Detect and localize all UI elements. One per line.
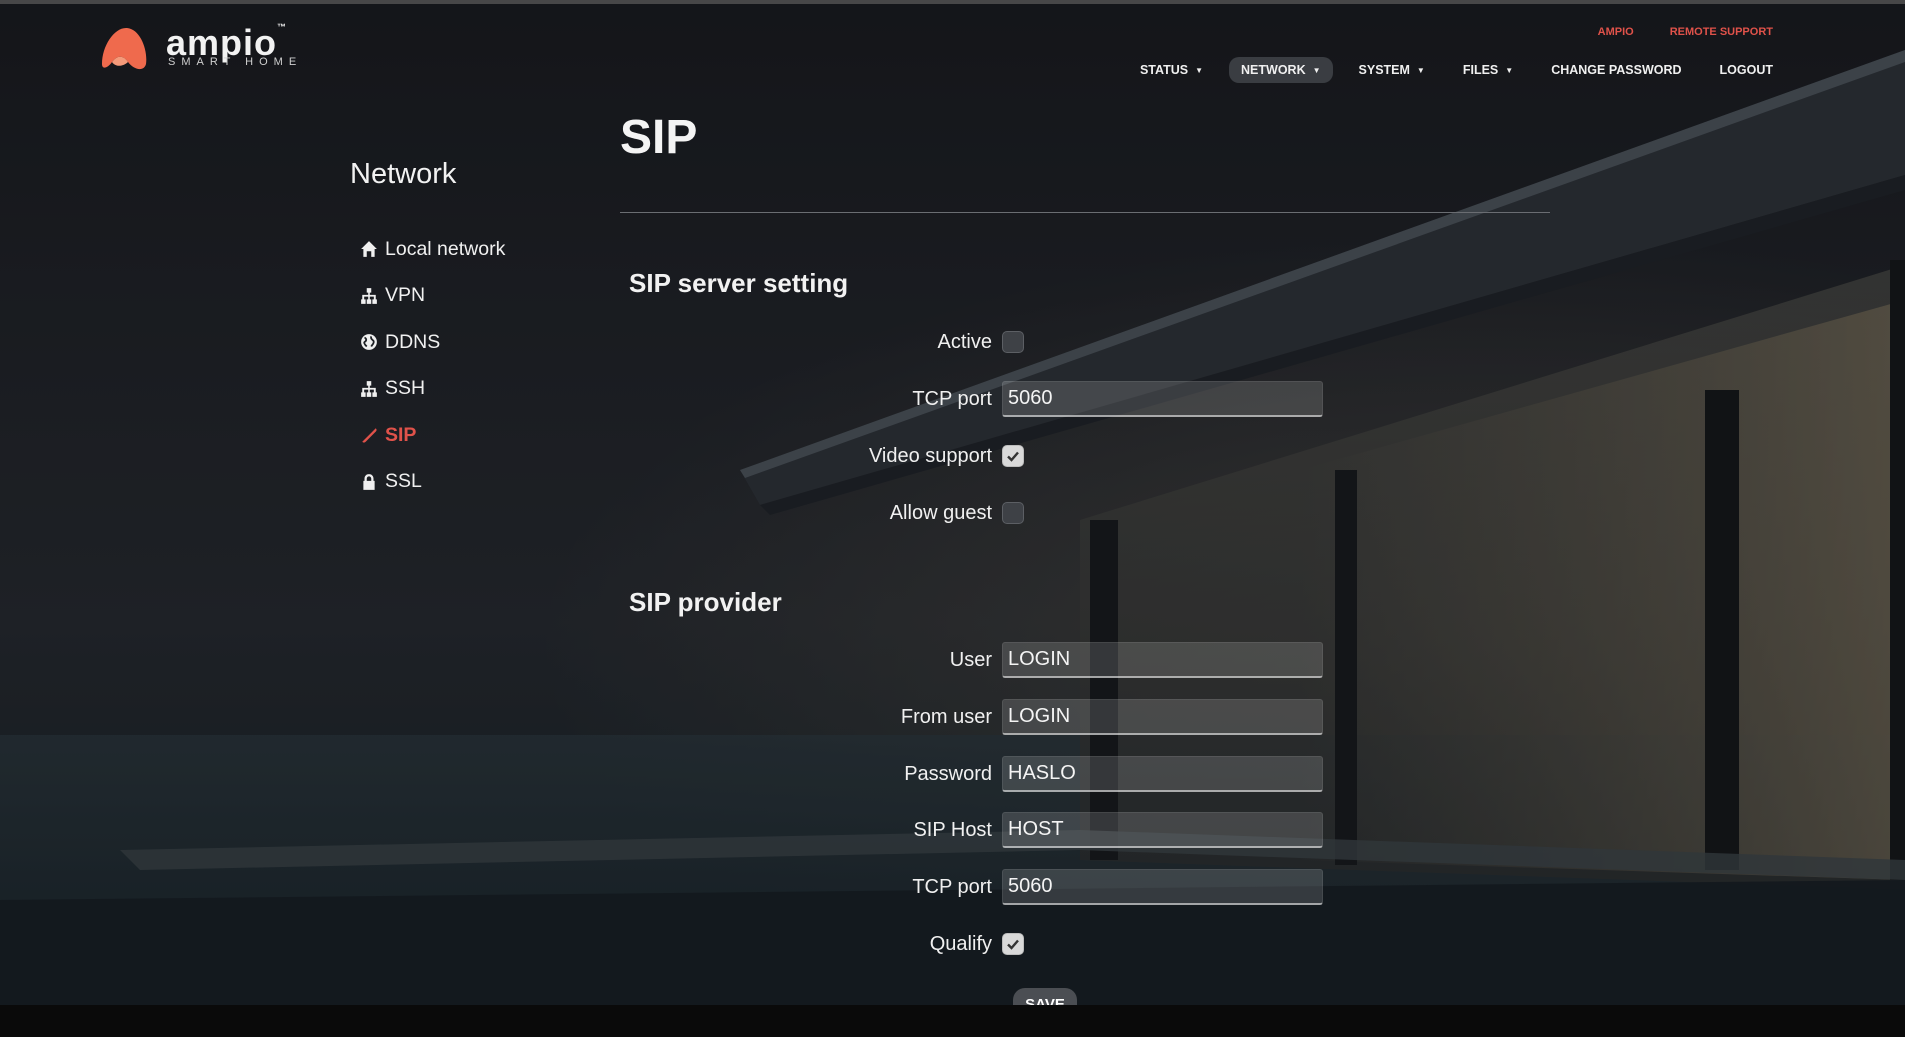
allow-guest-label: Allow guest [889,501,992,524]
sidebar-item-label: SSH [385,377,426,400]
bottom-bar [0,1005,1905,1037]
qualify-label: Qualify [929,932,992,955]
ampio-link[interactable]: AMPIO [1598,26,1634,38]
sidebar-item-ddns[interactable]: DDNS [360,319,505,366]
active-checkbox[interactable] [1002,331,1024,353]
sidebar-item-label: SSL [385,470,422,493]
sidebar-item-label: SIP [385,423,417,446]
main-nav: STATUS ▼ NETWORK ▼ SYSTEM ▼ FILES ▼ CHANGE P… [1128,57,1785,83]
nav-files[interactable]: FILES ▼ [1451,57,1525,83]
nav-status-label: STATUS [1139,63,1189,77]
nav-system-label: SYSTEM [1358,63,1410,77]
nav-logout-label: LOGOUT [1719,63,1773,77]
remote-support-link[interactable]: REMOTE SUPPORT [1670,26,1773,38]
nav-network[interactable]: NETWORK ▼ [1229,57,1333,83]
sitemap-icon [361,287,377,304]
checkmark-icon [1007,939,1019,950]
caret-down-icon: ▼ [1416,65,1425,75]
sip-host-row: SIP Host [600,810,1335,850]
from-user-label: From user [900,705,992,728]
sidebar-item-sip[interactable]: SIP [360,412,505,459]
password-label: Password [904,762,992,785]
server-tcp-port-input[interactable] [1002,381,1323,417]
nav-change-password-label: CHANGE PASSWORD [1551,63,1682,77]
page-title: SIP [620,111,698,164]
nav-status[interactable]: STATUS ▼ [1128,57,1215,83]
phone-icon [362,428,377,443]
provider-tcp-port-input[interactable] [1002,869,1323,905]
server-tcp-port-label: TCP port [912,387,992,410]
sidebar-item-label: DDNS [385,330,441,353]
from-user-row: From user [600,697,1335,737]
nav-logout[interactable]: LOGOUT [1708,57,1785,83]
sidebar-item-vpn[interactable]: VPN [360,273,505,320]
video-support-row: Video support [600,436,1335,476]
ampio-logo-icon [102,28,147,70]
top-links: AMPIO REMOTE SUPPORT [1598,26,1773,38]
sip-host-label: SIP Host [913,818,992,841]
lock-icon [363,473,375,490]
sidebar-title: Network [350,158,457,190]
title-divider [620,212,1550,213]
page: ampio™ SMART HOME AMPIO REMOTE SUPPORT S… [0,0,1905,1037]
sidebar-item-local-network[interactable]: Local network [360,226,505,273]
sidebar-item-label: Local network [385,237,506,260]
sidebar-item-ssh[interactable]: SSH [360,366,505,413]
checkmark-icon [1007,451,1019,462]
from-user-input[interactable] [1002,699,1323,735]
server-tcp-port-row: TCP port [600,379,1335,419]
sidebar-item-label: VPN [385,284,426,307]
caret-down-icon: ▼ [1195,65,1204,75]
qualify-row: Qualify [600,924,1335,964]
allow-guest-row: Allow guest [600,493,1335,533]
ampio-logo[interactable]: ampio™ SMART HOME [98,22,318,74]
sip-server-section-title: SIP server setting [629,268,849,298]
nav-files-label: FILES [1462,63,1499,77]
password-input[interactable] [1002,756,1323,792]
user-input[interactable] [1002,642,1323,678]
user-row: User [600,640,1335,680]
nav-system[interactable]: SYSTEM ▼ [1347,57,1437,83]
home-icon [361,241,377,258]
brand-trademark: ™ [277,22,288,32]
active-label: Active [937,330,992,353]
globe-icon [361,334,377,351]
sip-provider-section-title: SIP provider [629,587,782,617]
video-support-checkbox[interactable] [1002,445,1024,467]
qualify-checkbox[interactable] [1002,933,1024,955]
caret-down-icon: ▼ [1312,65,1321,75]
active-row: Active [600,322,1335,362]
sidebar-item-ssl[interactable]: SSL [360,459,505,506]
video-support-label: Video support [868,444,992,467]
nav-network-label: NETWORK [1241,63,1306,77]
allow-guest-checkbox[interactable] [1002,502,1024,524]
nav-change-password[interactable]: CHANGE PASSWORD [1539,57,1693,83]
caret-down-icon: ▼ [1505,65,1514,75]
sitemap-icon [361,380,377,397]
sidebar-menu: Local network VPN DDNS SSH SIP SSL [360,226,505,505]
sip-host-input[interactable] [1002,812,1323,848]
password-row: Password [600,754,1335,794]
provider-tcp-port-label: TCP port [912,875,992,898]
brand-tagline: SMART HOME [168,56,303,68]
user-label: User [949,648,992,671]
provider-tcp-port-row: TCP port [600,867,1335,907]
